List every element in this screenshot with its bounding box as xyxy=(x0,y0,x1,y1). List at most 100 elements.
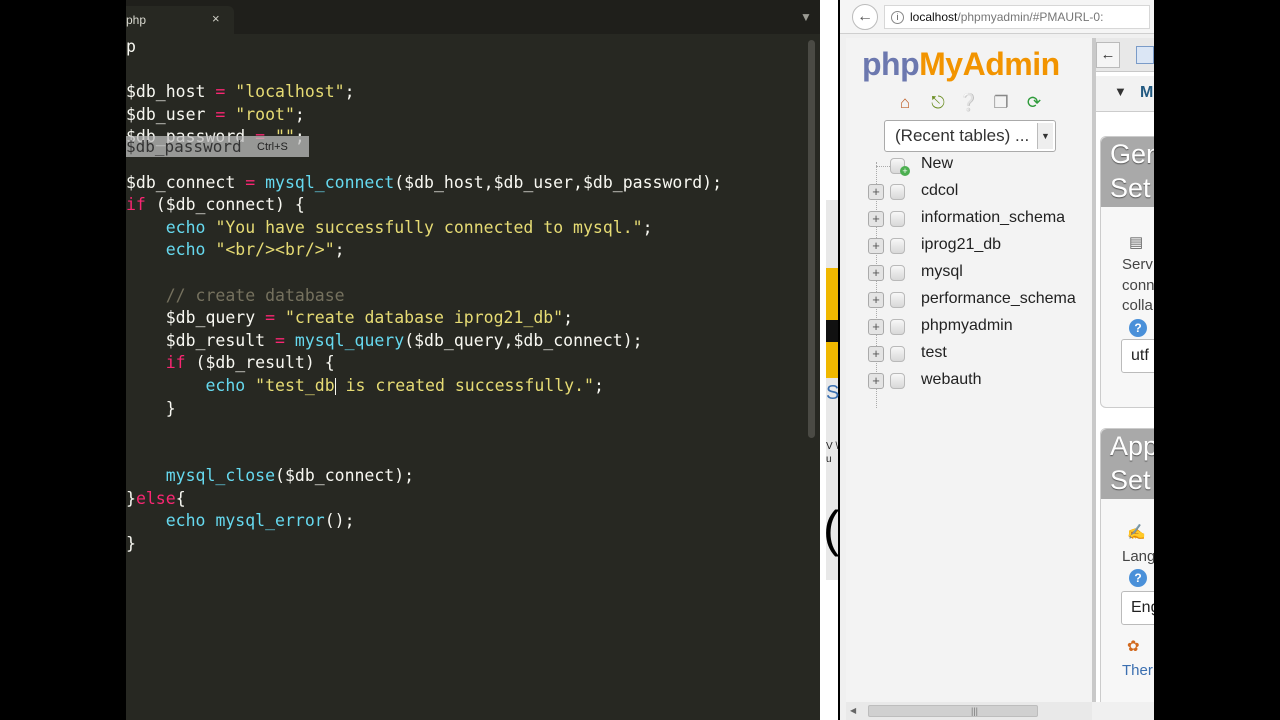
url-input[interactable]: i localhost/phpmyadmin/#PMAURL-0: xyxy=(884,5,1150,29)
code-line[interactable]: }else{ xyxy=(126,488,806,511)
tree-item-label[interactable]: webauth xyxy=(921,371,982,389)
tree-item-database[interactable]: + phpmyadmin xyxy=(866,316,1092,338)
code-token: echo xyxy=(165,511,206,531)
code-line[interactable]: echo "test_db is created successfully."; xyxy=(126,375,806,398)
code-token: echo xyxy=(165,217,206,237)
horizontal-scrollbar[interactable]: ◀ ||| xyxy=(846,702,1092,720)
database-icon xyxy=(890,184,905,200)
tree-item-database[interactable]: + mysql xyxy=(866,262,1092,284)
code-line[interactable]: $db_connect = mysql_connect($db_host,$db… xyxy=(126,172,806,195)
expand-icon[interactable]: + xyxy=(868,238,884,254)
code-line[interactable]: if ($db_connect) { xyxy=(126,194,806,217)
code-line[interactable]: echo mysql_error(); xyxy=(126,510,806,533)
code-token: else xyxy=(135,488,176,508)
code-token: ; xyxy=(344,82,355,102)
help-icon[interactable]: ❔ xyxy=(958,92,980,114)
chevron-down-icon[interactable]: ▼ xyxy=(1037,123,1053,149)
code-line[interactable] xyxy=(126,59,806,82)
expand-icon[interactable]: + xyxy=(868,373,884,389)
collation-select[interactable]: utf xyxy=(1121,339,1154,373)
server-icon[interactable] xyxy=(1136,46,1154,64)
background-window-big-glyph: ( xyxy=(823,501,840,557)
code-area[interactable]: p $db_host = "localhost"; $db_user = "roo… xyxy=(126,36,806,556)
help-icon[interactable]: ? xyxy=(1129,569,1147,587)
tree-item-label[interactable]: information_schema xyxy=(921,209,1065,227)
code-token: $db_connect xyxy=(126,172,236,192)
tree-item-label[interactable]: phpmyadmin xyxy=(921,317,1013,335)
code-line[interactable] xyxy=(126,420,806,443)
code-token: = xyxy=(265,330,295,350)
info-icon[interactable]: i xyxy=(891,11,904,25)
main-topbar: ← xyxy=(1096,38,1154,72)
code-line[interactable]: p xyxy=(126,36,806,59)
logo-php: php xyxy=(862,46,920,82)
code-token: = xyxy=(205,82,236,102)
tree-item-label[interactable]: test xyxy=(921,344,947,362)
code-line[interactable]: } xyxy=(126,398,806,421)
theme-label[interactable]: Ther xyxy=(1122,661,1153,682)
tree-item-database[interactable]: + performance_schema xyxy=(866,289,1092,311)
code-line[interactable] xyxy=(126,262,806,285)
code-token: "You have successfully connected to mysq… xyxy=(215,217,643,237)
plus-icon: + xyxy=(900,166,910,176)
code-token: = xyxy=(205,104,236,124)
code-editor[interactable]: php × ▼ p $db_host = "localhost"; $db_use… xyxy=(126,0,820,720)
scroll-left-icon[interactable]: ◀ xyxy=(850,706,856,715)
close-icon[interactable]: × xyxy=(212,11,220,26)
code-line[interactable]: // create database xyxy=(126,285,806,308)
docs-icon[interactable]: ❐ xyxy=(990,92,1012,114)
tree-item-label[interactable]: cdcol xyxy=(921,182,958,200)
help-icon[interactable]: ? xyxy=(1129,319,1147,337)
tree-item-label[interactable]: performance_schema xyxy=(921,290,1076,308)
tree-item-database[interactable]: + test xyxy=(866,343,1092,365)
database-icon xyxy=(890,292,905,308)
grip-icon: ||| xyxy=(971,706,979,716)
horizontal-scrollbar-thumb[interactable]: ||| xyxy=(868,705,1038,717)
code-line[interactable]: if ($db_result) { xyxy=(126,352,806,375)
appearance-settings-section: App Set ✍ Lang ? Eng ✿ Ther xyxy=(1100,428,1154,702)
code-token: $db_query xyxy=(165,308,256,328)
expand-icon[interactable]: + xyxy=(868,211,884,227)
tree-item-new[interactable]: + New xyxy=(866,154,1092,176)
tree-item-database[interactable]: + cdcol xyxy=(866,181,1092,203)
editor-tab[interactable]: php × xyxy=(126,6,234,34)
home-icon[interactable]: ⌂ xyxy=(894,92,916,114)
code-line[interactable]: $db_result = mysql_query($db_query,$db_c… xyxy=(126,330,806,353)
expand-icon[interactable]: + xyxy=(868,346,884,362)
phpmyadmin-logo[interactable]: phpMyAdmin xyxy=(862,46,1060,83)
code-line[interactable]: echo "You have successfully connected to… xyxy=(126,217,806,240)
tree-item-label[interactable]: iprog21_db xyxy=(921,236,1001,254)
code-line[interactable] xyxy=(126,443,806,466)
address-bar: ← i localhost/phpmyadmin/#PMAURL-0: xyxy=(840,0,1154,34)
recent-tables-select[interactable]: (Recent tables) ... ▼ xyxy=(884,120,1056,152)
tree-item-database[interactable]: + webauth xyxy=(866,370,1092,392)
tree-item-label[interactable]: mysql xyxy=(921,263,963,281)
code-token: ($db_result) { xyxy=(185,353,335,373)
code-line[interactable]: } xyxy=(126,533,806,556)
language-icon: ✍ xyxy=(1127,524,1146,541)
code-token: { xyxy=(175,488,186,508)
language-select[interactable]: Eng xyxy=(1121,591,1154,625)
back-arrow-icon[interactable]: ← xyxy=(852,4,878,30)
code-token: mysql_connect xyxy=(265,172,395,192)
expand-icon[interactable]: + xyxy=(868,184,884,200)
code-line[interactable]: mysql_close($db_connect); xyxy=(126,465,806,488)
section-title-line: App xyxy=(1110,431,1154,461)
code-token: mysql_close xyxy=(165,466,276,486)
code-line[interactable]: echo "<br/><br/>"; xyxy=(126,239,806,262)
tree-item-database[interactable]: + information_schema xyxy=(866,208,1092,230)
logout-icon[interactable]: ⎋ xyxy=(927,92,949,114)
reload-icon[interactable]: ⟳ xyxy=(1023,92,1045,114)
expand-icon[interactable]: + xyxy=(868,292,884,308)
chevron-down-icon[interactable]: ▼ xyxy=(800,10,812,24)
editor-scrollbar-thumb[interactable] xyxy=(808,40,815,438)
collapse-arrow-icon[interactable]: ← xyxy=(1096,42,1120,68)
code-line[interactable]: $db_user = "root"; xyxy=(126,104,806,127)
code-token: ; xyxy=(593,375,604,395)
main-menu-tab[interactable]: ▼ M xyxy=(1096,76,1154,112)
expand-icon[interactable]: + xyxy=(868,319,884,335)
code-line[interactable]: $db_query = "create database iprog21_db"… xyxy=(126,307,806,330)
expand-icon[interactable]: + xyxy=(868,265,884,281)
code-line[interactable]: $db_host = "localhost"; xyxy=(126,81,806,104)
tree-item-database[interactable]: + iprog21_db xyxy=(866,235,1092,257)
